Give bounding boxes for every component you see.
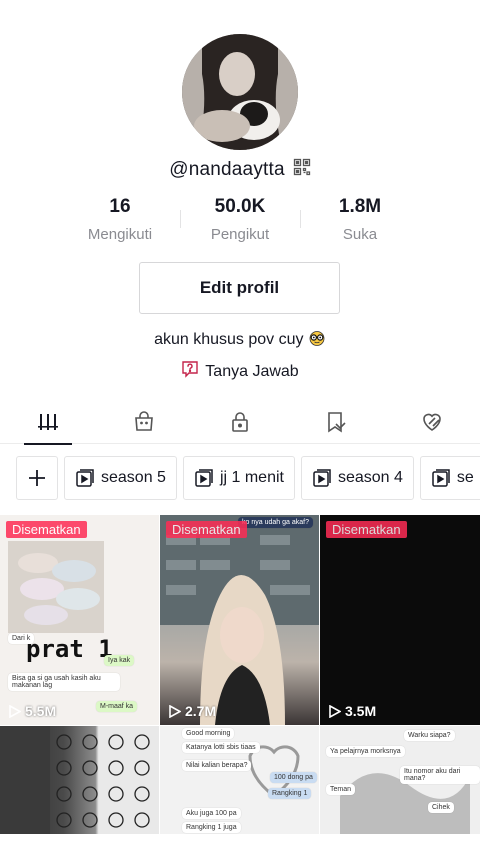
pinned-badge: Disematkan: [326, 521, 407, 538]
thumbnail-image: [8, 541, 104, 633]
username: @nandaaytta: [169, 158, 285, 180]
chat-bubble: Ya pelajrnya morksnya: [326, 746, 405, 757]
stat-value: 1.8M: [338, 196, 382, 217]
video-grid: Dari k prat 1 Iya kak Bisa ga si ga usah…: [0, 515, 480, 834]
playlist-item[interactable]: se: [419, 456, 480, 500]
view-count-value: 5.5M: [25, 703, 57, 719]
playlist-row: season 5 jj 1 menit season 4 se: [16, 456, 480, 500]
playlist-icon: [432, 469, 450, 487]
chat-bubble: Good morning: [182, 728, 235, 739]
chat-bubble: Itu nomor aku dari mana?: [400, 766, 480, 784]
qr-code-icon[interactable]: [293, 158, 311, 181]
bottom-nav: [0, 836, 480, 852]
playlist-label: season 5: [101, 469, 166, 486]
nerd-face-emoji-icon: [308, 331, 326, 348]
video-thumbnail[interactable]: Warku siapa? Ya pelajrnya morksnya Itu n…: [320, 726, 480, 834]
chat-bubble: Rangking 1 juga: [182, 822, 241, 833]
playlist-item[interactable]: season 4: [300, 456, 414, 500]
grid-icon: [38, 414, 58, 430]
chat-bubble: Katanya lotti sbis tiaas: [182, 742, 260, 753]
video-thumbnail[interactable]: Dari k prat 1 Iya kak Bisa ga si ga usah…: [0, 515, 159, 725]
chat-bubble: Rangking 1: [268, 788, 312, 799]
plus-icon: [29, 470, 45, 486]
stat-followers[interactable]: 50.0K Pengikut: [180, 196, 300, 243]
stat-label: Pengikut: [210, 226, 270, 243]
chat-bubble: Warku siapa?: [404, 730, 455, 741]
chat-bubble: 100 dong pa: [270, 772, 317, 783]
chat-bubble: ko nya udah ga akaf?: [238, 517, 313, 528]
qa-label: Tanya Jawab: [205, 362, 299, 380]
stat-value: 16: [109, 196, 131, 217]
view-count: 5.5M: [8, 703, 56, 719]
stat-value: 50.0K: [214, 196, 266, 217]
stats-row: 16 Mengikuti 50.0K Pengikut 1.8M Suka: [60, 196, 420, 243]
stat-likes[interactable]: 1.8M Suka: [300, 196, 420, 243]
thumbnail-image: [0, 726, 150, 834]
chat-bubble: Aku juga 100 pa: [182, 808, 241, 819]
content-tabs: [0, 400, 480, 445]
add-playlist-button[interactable]: [16, 456, 58, 500]
chat-bubble: Nilai kalian berapa?: [182, 760, 252, 771]
username-row: @nandaaytta: [0, 158, 480, 181]
bio-text: akun khusus pov cuy: [154, 331, 304, 348]
qa-link[interactable]: Tanya Jawab: [0, 360, 480, 383]
liked-tab[interactable]: [384, 400, 480, 444]
video-thumbnail[interactable]: [0, 726, 159, 834]
stat-following[interactable]: 16 Mengikuti: [60, 196, 180, 243]
playlist-label: jj 1 menit: [219, 469, 284, 486]
chat-bubble: Iya kak: [104, 655, 135, 666]
view-count-value: 2.7M: [185, 703, 217, 719]
videos-tab[interactable]: [0, 400, 96, 445]
playlist-label: season 4: [337, 469, 403, 486]
view-count: 2.7M: [168, 703, 216, 719]
bag-icon: [135, 411, 153, 431]
video-thumbnail[interactable]: Good morning Katanya lotti sbis tiaas Ni…: [160, 726, 319, 834]
playlist-item[interactable]: season 5: [64, 456, 177, 500]
question-box-icon: [181, 360, 199, 383]
view-count-value: 3.5M: [345, 703, 377, 719]
thumbnail-image: [160, 515, 319, 725]
pinned-badge: Disematkan: [6, 521, 87, 538]
video-overlay-text: prat 1: [26, 635, 113, 663]
chat-bubble: Teman: [326, 784, 356, 795]
play-icon: [169, 704, 181, 718]
video-thumbnail[interactable]: ko nya udah ga akaf? Disematkan 2.7M: [160, 515, 319, 725]
edit-profile-button[interactable]: Edit profil: [139, 262, 340, 314]
lock-icon: [232, 412, 248, 432]
shop-tab[interactable]: [96, 400, 192, 444]
playlist-icon: [195, 469, 213, 487]
profile-avatar[interactable]: [182, 34, 298, 150]
video-thumbnail[interactable]: Disematkan 3.5M: [320, 515, 480, 725]
playlist-icon: [313, 469, 331, 487]
play-icon: [9, 704, 21, 718]
playlist-icon: [76, 469, 94, 487]
playlist-item[interactable]: jj 1 menit: [182, 456, 295, 500]
pinned-badge: Disematkan: [166, 521, 247, 538]
stat-label: Mengikuti: [87, 226, 153, 243]
private-tab[interactable]: [192, 400, 288, 444]
play-icon: [329, 704, 341, 718]
chat-bubble: Cihek: [428, 802, 454, 813]
saved-tab[interactable]: [288, 400, 384, 444]
view-count: 3.5M: [328, 703, 376, 719]
playlist-label: se: [456, 469, 474, 486]
chat-bubble: Bisa ga si ga usah kasih aku makanan lag: [8, 673, 120, 691]
bookmark-icon: [328, 412, 346, 433]
heart-icon: [423, 413, 441, 431]
bio: akun khusus pov cuy: [0, 330, 480, 349]
chat-bubble: M-maaf ka: [96, 701, 138, 712]
stat-label: Suka: [342, 226, 378, 243]
